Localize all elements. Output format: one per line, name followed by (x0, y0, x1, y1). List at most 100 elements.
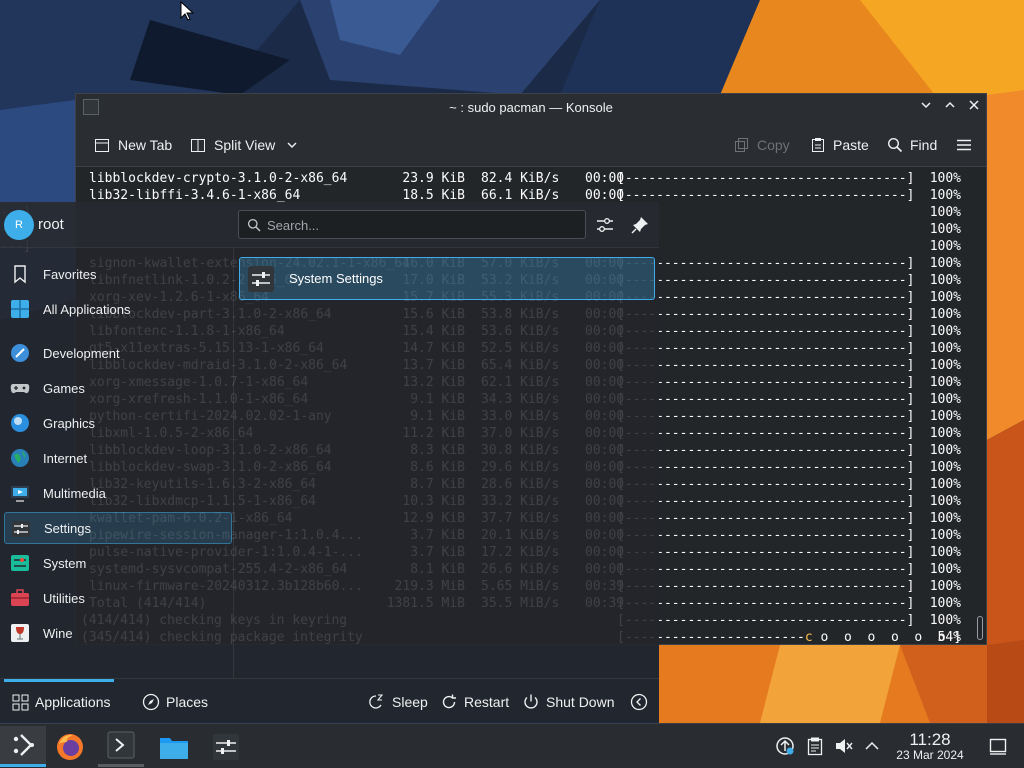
volume-muted-icon[interactable] (834, 736, 854, 756)
restart-button[interactable]: Restart (440, 691, 509, 713)
konsole-app-icon[interactable] (83, 99, 99, 115)
new-tab-button[interactable]: New Tab (94, 134, 172, 156)
launcher-footer: Applications Places Sleep Restart Shut D… (0, 678, 659, 722)
shutdown-button[interactable]: Shut Down (522, 691, 614, 713)
paste-button[interactable]: Paste (810, 134, 869, 156)
progress-percent: 100% (929, 562, 961, 577)
maximize-chevron-icon[interactable] (942, 99, 958, 115)
chevron-down-icon[interactable] (286, 139, 298, 151)
copy-label: Copy (757, 137, 790, 153)
category-label: Games (43, 380, 85, 396)
progress-bar: [------------------------------------] (617, 613, 915, 628)
progress-bar: [------------------------------------] (617, 341, 915, 356)
category-multimedia[interactable]: Multimedia (4, 477, 232, 509)
progress-bar: [------------------------------------] (617, 511, 915, 526)
multimedia-icon (11, 486, 29, 502)
copy-button[interactable]: Copy (734, 134, 790, 156)
taskbar-system-settings[interactable] (203, 726, 249, 767)
progress-bar: [------------------------------------] (617, 375, 915, 390)
clock-time[interactable]: 11:28 (904, 730, 956, 750)
progress-bar: [------------------------------------] (617, 443, 915, 458)
category-settings[interactable]: Settings (4, 512, 232, 544)
progress-percent: 100% (929, 443, 961, 458)
progress-bar: [------------------------------------] (617, 426, 915, 441)
progress-percent: 100% (929, 426, 961, 441)
globe-icon (11, 449, 29, 467)
taskbar-dolphin[interactable] (151, 726, 197, 767)
search-result-label: System Settings (289, 271, 383, 286)
taskbar-konsole[interactable] (98, 726, 144, 767)
progress-percent: 100% (929, 171, 961, 186)
taskbar-firefox[interactable] (47, 726, 93, 767)
search-input[interactable] (267, 216, 577, 234)
progress-percent: 100% (929, 290, 961, 305)
category-games[interactable]: Games (4, 372, 232, 404)
progress-percent: 100% (929, 613, 961, 628)
progress-percent: 100% (929, 358, 961, 373)
show-hidden-icons-chevron-icon[interactable] (862, 736, 882, 756)
progress-percent: 100% (929, 239, 961, 254)
progress-percent: 100% (929, 188, 961, 203)
scrollbar-thumb[interactable] (977, 616, 983, 640)
category-system[interactable]: System (4, 547, 232, 579)
system-settings-icon (213, 733, 239, 760)
progress-percent: 100% (929, 256, 961, 271)
window-titlebar[interactable]: ~ : sudo pacman — Konsole (76, 94, 986, 121)
progress-percent: 100% (929, 205, 961, 220)
system-icon (11, 555, 29, 571)
power-icon (524, 694, 538, 709)
compass-icon (142, 693, 160, 711)
hamburger-menu-icon (957, 139, 971, 151)
konsole-icon (107, 731, 135, 759)
chevron-left-circle-icon (630, 693, 648, 711)
category-favorites[interactable]: Favorites (4, 258, 232, 290)
category-internet[interactable]: Internet (4, 442, 232, 474)
new-tab-label: New Tab (118, 137, 173, 153)
copy-icon (735, 138, 748, 152)
terminal-scrollbar[interactable] (974, 168, 986, 644)
configure-icon[interactable] (596, 216, 614, 234)
split-view-button[interactable]: Split View (190, 134, 298, 156)
hamburger-menu-button[interactable] (956, 134, 972, 156)
pacman-progress-glyph: c (804, 630, 813, 645)
paste-icon (812, 138, 824, 152)
tab-indicator (4, 679, 114, 682)
update-notifier-icon[interactable] (775, 736, 795, 756)
leave-menu-button[interactable] (630, 691, 648, 713)
find-button[interactable]: Find (887, 134, 937, 156)
category-graphics[interactable]: Graphics (4, 407, 232, 439)
firefox-icon (57, 733, 83, 760)
sleep-label: Sleep (392, 694, 428, 710)
progress-percent: 100% (929, 528, 961, 543)
avatar[interactable]: R (4, 210, 34, 240)
mouse-cursor-icon (180, 1, 194, 21)
places-tab[interactable]: Places (142, 691, 208, 713)
search-field[interactable] (238, 210, 586, 239)
progress-percent: 100% (929, 307, 961, 322)
category-label: System (43, 555, 87, 571)
close-icon[interactable] (966, 99, 982, 115)
minimize-chevron-icon[interactable] (918, 99, 934, 115)
progress-percent: 100% (929, 596, 961, 611)
shutdown-label: Shut Down (546, 694, 615, 710)
split-view-label: Split View (214, 137, 276, 153)
category-utilities[interactable]: Utilities (4, 582, 232, 614)
progress-bar: [------------------------------------] (617, 545, 915, 560)
folder-icon (160, 737, 188, 759)
clock-date[interactable]: 23 Mar 2024 (886, 748, 974, 762)
category-all-applications[interactable]: All Applications (4, 293, 232, 325)
search-result-item[interactable]: System Settings (239, 257, 655, 300)
category-development[interactable]: Development (4, 337, 232, 369)
progress-bar: [------------------------------------] (617, 460, 915, 475)
applications-tab[interactable]: Applications (12, 691, 111, 713)
progress-percent: 100% (929, 375, 961, 390)
show-desktop-icon[interactable] (988, 736, 1008, 756)
progress-percent: 54% (937, 630, 961, 645)
app-launcher-button[interactable] (0, 726, 46, 767)
clipboard-icon[interactable] (805, 736, 825, 756)
pin-icon[interactable] (631, 216, 649, 234)
split-view-icon (191, 138, 205, 152)
category-wine[interactable]: Wine (4, 617, 232, 649)
sleep-button[interactable]: Sleep (368, 691, 428, 713)
username: root (38, 216, 64, 233)
